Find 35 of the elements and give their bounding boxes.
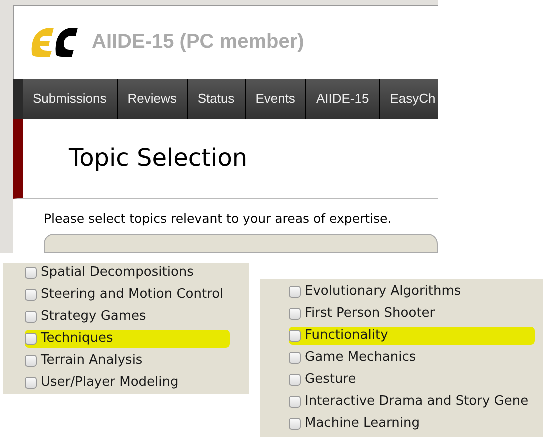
checkbox[interactable]: [289, 286, 301, 298]
checkbox[interactable]: [25, 311, 37, 323]
topic-label: First Person Shooter: [305, 305, 436, 324]
nav-tab[interactable]: Status: [188, 78, 246, 119]
nav-tab[interactable]: EasyCh: [380, 78, 438, 119]
topic-label: Interactive Drama and Story Gene: [305, 393, 529, 412]
checkbox[interactable]: [25, 355, 37, 367]
checkbox[interactable]: [289, 418, 301, 430]
topic-label: Spatial Decompositions: [41, 264, 194, 282]
topic-label: Evolutionary Algorithms: [305, 283, 462, 302]
checkbox[interactable]: [25, 289, 37, 301]
instruction-text: Please select topics relevant to your areas of expertise.: [44, 210, 392, 226]
topic-label: User/Player Modeling: [41, 374, 179, 392]
checkbox[interactable]: [25, 377, 37, 389]
nav-tab[interactable]: Events: [246, 78, 306, 119]
checkbox[interactable]: [289, 374, 301, 386]
nav-tab[interactable]: AIIDE-15: [306, 78, 380, 119]
nav-tab[interactable]: Reviews: [118, 78, 188, 119]
topic-label: Game Mechanics: [305, 349, 416, 368]
checkbox[interactable]: [289, 352, 301, 364]
topic-label: Techniques: [41, 330, 114, 348]
topic-label: Terrain Analysis: [41, 352, 143, 370]
checkbox[interactable]: [289, 308, 301, 320]
topic-label: Gesture: [305, 371, 356, 390]
checkbox[interactable]: [25, 333, 37, 345]
site-title: AIIDE-15 (PC member): [92, 30, 304, 56]
topic-label: Strategy Games: [41, 308, 146, 326]
checkbox[interactable]: [25, 267, 37, 279]
page-heading: Topic Selection: [69, 143, 248, 174]
checkbox[interactable]: [289, 396, 301, 408]
topic-label: Steering and Motion Control: [41, 286, 224, 304]
nav-tab[interactable]: Submissions: [23, 78, 118, 119]
topic-label: Machine Learning: [305, 415, 420, 434]
checkbox[interactable]: [289, 330, 301, 342]
topic-label: Functionality: [305, 327, 388, 346]
